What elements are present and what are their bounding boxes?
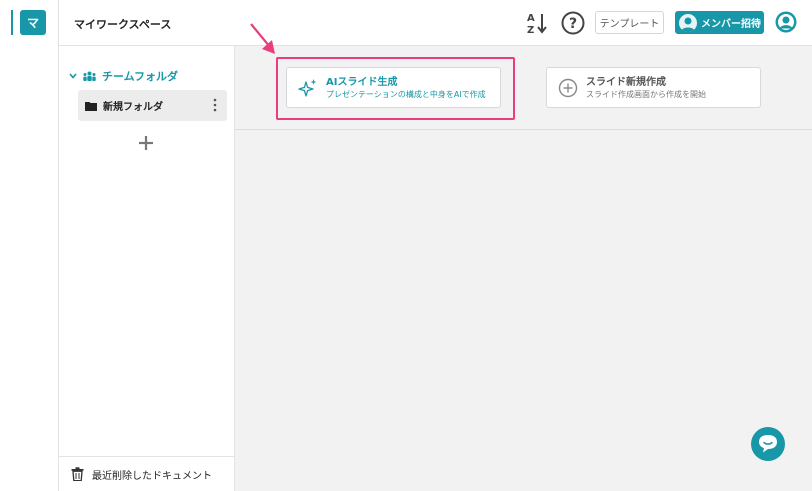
sparkle-icon bbox=[298, 78, 317, 97]
new-card-subtitle: スライド作成画面から作成を開始 bbox=[586, 89, 706, 99]
team-icon bbox=[83, 71, 96, 81]
template-button[interactable]: テンプレート bbox=[595, 11, 664, 34]
new-slide-button[interactable]: スライド新規作成 スライド作成画面から作成を開始 bbox=[546, 67, 761, 108]
sort-az-icon[interactable]: A Z bbox=[526, 11, 548, 35]
ai-slide-generate-button[interactable]: AIスライド生成 プレゼンテーションの構成と中身をAIで作成 bbox=[286, 67, 501, 108]
ai-card-subtitle: プレゼンテーションの構成と中身をAIで作成 bbox=[326, 89, 486, 99]
team-folder-header[interactable]: チームフォルダ bbox=[69, 68, 178, 84]
chevron-down-icon bbox=[69, 73, 77, 79]
help-icon[interactable]: ? bbox=[561, 11, 585, 35]
folder-icon bbox=[85, 101, 97, 111]
invite-member-button[interactable]: メンバー招待 bbox=[675, 11, 764, 34]
plus-icon[interactable] bbox=[137, 134, 155, 152]
svg-text:Z: Z bbox=[527, 25, 534, 35]
active-indicator bbox=[11, 10, 13, 35]
svg-text:?: ? bbox=[569, 16, 577, 32]
ai-card-title: AIスライド生成 bbox=[326, 76, 398, 88]
new-card-title: スライド新規作成 bbox=[586, 76, 666, 88]
chat-icon[interactable] bbox=[750, 426, 786, 462]
invite-label: メンバー招待 bbox=[701, 19, 761, 30]
workspace-title: マイワークスペース bbox=[74, 18, 172, 31]
recently-deleted-label: 最近削除したドキュメント bbox=[92, 470, 212, 482]
user-avatar-icon[interactable] bbox=[775, 11, 797, 33]
kebab-icon[interactable] bbox=[213, 98, 217, 112]
recently-deleted-link[interactable]: 最近削除したドキュメント bbox=[59, 456, 235, 491]
trash-icon bbox=[71, 467, 84, 481]
svg-text:A: A bbox=[527, 13, 535, 24]
header: マイワークスペース A Z ? テンプレート メンバー招待 bbox=[59, 0, 812, 46]
sidebar: チームフォルダ 新規フォルダ 最近削除したドキュメント bbox=[59, 46, 235, 491]
sidebar-item-new-folder[interactable]: 新規フォルダ bbox=[78, 90, 227, 121]
main-content: AIスライド生成 プレゼンテーションの構成と中身をAIで作成 スライド新規作成 … bbox=[235, 46, 812, 491]
folder-label: 新規フォルダ bbox=[103, 102, 163, 113]
team-folder-label: チームフォルダ bbox=[102, 70, 179, 83]
workspace-rail: マ bbox=[0, 0, 59, 491]
pointer-arrow-icon bbox=[250, 23, 275, 54]
create-actions-area: AIスライド生成 プレゼンテーションの構成と中身をAIで作成 スライド新規作成 … bbox=[235, 46, 812, 130]
workspace-avatar-button[interactable]: マ bbox=[20, 10, 46, 35]
add-circle-icon bbox=[558, 78, 578, 97]
invite-user-icon bbox=[679, 13, 697, 32]
